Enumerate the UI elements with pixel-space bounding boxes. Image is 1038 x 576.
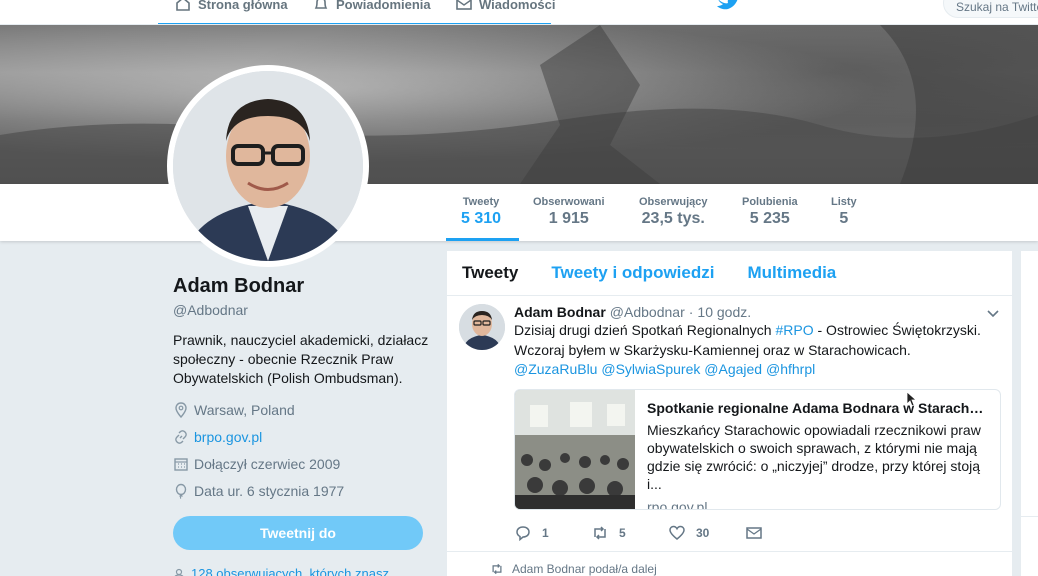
stat-label: Listy — [831, 196, 857, 208]
link-icon — [175, 429, 187, 444]
tweet-header: Adam Bodnar @Adbodnar · 10 godz. — [514, 304, 751, 320]
tweet-dot-separator: · — [688, 304, 694, 320]
like-button[interactable]: 30 — [668, 524, 745, 542]
tweet-item[interactable]: Adam Bodnar @Adbodnar · 10 godz. Dzisiaj… — [447, 296, 1012, 552]
reply-count: 1 — [542, 526, 549, 540]
card-url: rpo.gov.pl — [647, 499, 708, 510]
stat-active-indicator — [446, 238, 519, 241]
tweet-text-part: Dzisiaj drugi dzień Spotkań Regionalnych — [514, 322, 776, 338]
stat-label: Obserwujący — [639, 196, 708, 208]
card-description: Mieszkańcy Starachowic opowiadali rzeczn… — [647, 422, 981, 492]
tab-media[interactable]: Multimedia — [747, 263, 836, 283]
profile-location: Warsaw, Poland — [173, 396, 433, 423]
nav-notifications-label: Powiadomienia — [336, 0, 431, 12]
tweet-author-name[interactable]: Adam Bodnar — [514, 304, 606, 320]
twitter-bird-icon[interactable] — [716, 0, 738, 12]
profile-banner — [0, 25, 1038, 184]
stat-following[interactable]: Obserwowani 1 915 — [533, 196, 605, 228]
mention-link[interactable]: @SylwiaSpurek — [601, 361, 700, 377]
top-navigation: Strona główna Powiadomienia Wiadomości S… — [0, 0, 1038, 25]
location-pin-icon — [175, 401, 187, 418]
stat-value: 5 310 — [461, 210, 502, 227]
tweet-time[interactable]: 10 godz. — [697, 304, 751, 320]
banner-trees-image — [0, 25, 1038, 184]
stat-value: 23,5 tys. — [641, 210, 705, 227]
link-preview-card[interactable]: Spotkanie regionalne Adama Bodnara w Sta… — [514, 389, 1001, 510]
website-link[interactable]: brpo.gov.pl — [194, 429, 262, 445]
tweet-avatar-image — [459, 304, 505, 350]
tweet-timeline: Tweety Tweety i odpowiedzi Multimedia Ad… — [447, 251, 1012, 576]
profile-stats-bar: Tweety 5 310 Obserwowani 1 915 Obserwują… — [0, 184, 1038, 241]
stat-followers[interactable]: Obserwujący 23,5 tys. — [639, 196, 707, 228]
nav-messages[interactable]: Wiadomości — [455, 0, 555, 16]
direct-message-button[interactable] — [745, 524, 822, 542]
timeline-tabs: Tweety Tweety i odpowiedzi Multimedia — [447, 251, 1012, 296]
person-icon — [174, 568, 184, 576]
retweet-icon — [492, 563, 502, 575]
tab-tweets-replies[interactable]: Tweety i odpowiedzi — [551, 263, 714, 283]
joined-text: Dołączył czerwiec 2009 — [194, 455, 341, 472]
mention-link[interactable]: @ZuzaRuBlu — [514, 361, 597, 377]
meeting-room-image — [515, 390, 635, 509]
profile-name[interactable]: Adam Bodnar — [173, 275, 433, 298]
followers-you-know-link[interactable]: 128 obserwujących, których znasz — [173, 566, 389, 576]
stat-lists[interactable]: Listy 5 — [831, 196, 857, 228]
profile-bio: Prawnik, nauczyciel akademicki, działacz… — [173, 332, 429, 386]
tweet-actions: 1 5 30 — [514, 524, 822, 542]
nav-home-label: Strona główna — [198, 0, 288, 12]
envelope-icon — [456, 0, 472, 10]
location-text: Warsaw, Poland — [194, 401, 295, 418]
tab-tweets[interactable]: Tweety — [462, 263, 518, 283]
stat-likes[interactable]: Polubienia 5 235 — [742, 196, 798, 228]
profile-birthday: Data ur. 6 stycznia 1977 — [173, 477, 433, 504]
stat-tweets[interactable]: Tweety 5 310 — [461, 196, 501, 228]
hashtag-link[interactable]: #RPO — [775, 322, 813, 338]
profile-avatar[interactable] — [167, 65, 369, 267]
reply-icon — [516, 526, 530, 542]
like-count: 30 — [696, 526, 710, 540]
stat-value: 1 915 — [548, 210, 589, 227]
bell-icon — [314, 0, 328, 9]
reply-button[interactable]: 1 — [514, 524, 591, 542]
stat-label: Obserwowani — [533, 196, 605, 208]
tweet-author-avatar[interactable] — [459, 304, 505, 350]
mention-link[interactable]: @Agajed — [704, 361, 762, 377]
calendar-icon — [174, 457, 188, 471]
mouse-pointer-icon — [906, 391, 916, 407]
retweet-icon — [594, 526, 606, 540]
stat-label: Tweety — [462, 196, 500, 208]
search-input[interactable]: Szukaj na Twitte — [943, 0, 1038, 18]
tweet-author-handle[interactable]: @Adbodnar — [610, 304, 685, 320]
right-sidebar-panel — [1021, 251, 1038, 576]
card-thumbnail — [515, 390, 635, 509]
profile-handle[interactable]: @Adbodnar — [173, 302, 433, 318]
stat-value: 5 235 — [749, 210, 790, 227]
profile-card: Adam Bodnar @Adbodnar Prawnik, nauczycie… — [173, 275, 433, 504]
mention-link[interactable]: @hfhrpl — [766, 361, 815, 377]
tweet-to-button[interactable]: Tweetnij do — [173, 516, 423, 550]
tweet-text: Dzisiaj drugi dzień Spotkań Regionalnych… — [514, 321, 994, 380]
home-icon — [176, 0, 190, 11]
chevron-down-icon[interactable] — [986, 306, 1000, 320]
stat-value: 5 — [839, 210, 849, 227]
birthday-text: Data ur. 6 stycznia 1977 — [194, 482, 345, 499]
nav-messages-label: Wiadomości — [479, 0, 556, 12]
profile-joined: Dołączył czerwiec 2009 — [173, 450, 433, 477]
stat-label: Polubienia — [742, 196, 798, 208]
retweet-button[interactable]: 5 — [591, 524, 668, 542]
profile-website: brpo.gov.pl — [173, 423, 433, 450]
heart-icon — [669, 525, 685, 540]
card-title: Spotkanie regionalne Adama Bodnara w Sta… — [647, 400, 989, 416]
retweet-context: Adam Bodnar podał/a dalej — [490, 562, 657, 576]
balloon-icon — [175, 483, 187, 499]
retweet-count: 5 — [619, 526, 626, 540]
envelope-icon — [746, 527, 762, 539]
retweet-context-text: Adam Bodnar podał/a dalej — [512, 562, 657, 576]
nav-notifications[interactable]: Powiadomienia — [312, 0, 431, 16]
avatar-portrait-image — [173, 71, 363, 261]
followers-you-know-text: 128 obserwujących, których znasz — [191, 566, 389, 576]
nav-home[interactable]: Strona główna — [174, 0, 288, 16]
